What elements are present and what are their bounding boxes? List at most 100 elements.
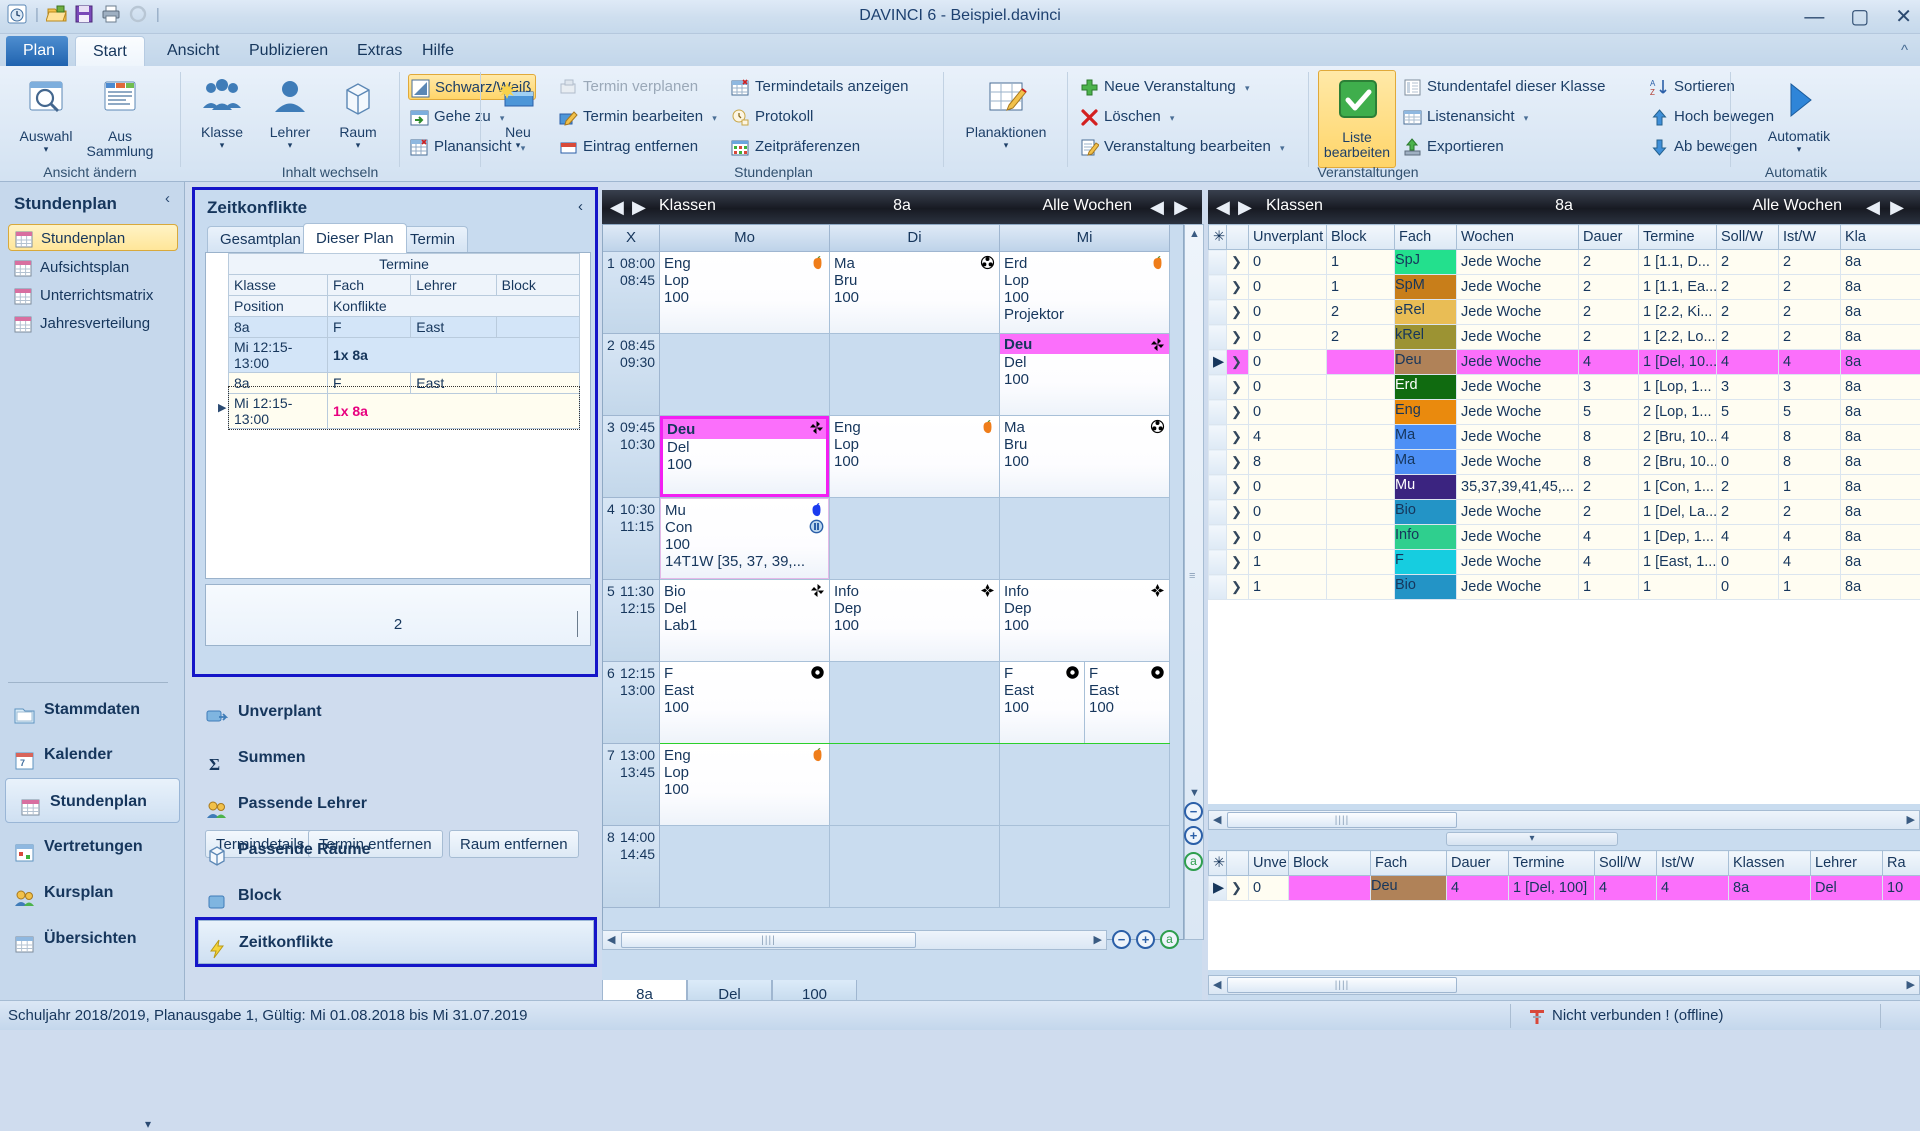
rt2-hscroll-thumb[interactable]: ||||	[1227, 977, 1457, 993]
tab-ansicht[interactable]: Ansicht	[150, 36, 236, 67]
tt-cell-di-6[interactable]	[830, 662, 1000, 744]
detail-col-lehrer[interactable]: Lehrer	[1811, 851, 1883, 876]
neu-button[interactable]: Neu ▾	[487, 72, 549, 164]
rt-next-right-icon[interactable]: ▶	[1890, 197, 1904, 218]
neue-veranstaltung-button[interactable]: Neue Veranstaltung ▾	[1078, 74, 1249, 100]
zk-row-1-lower[interactable]: Mi 12:15-13:00 1x 8a	[229, 338, 580, 373]
zk-col-lehrer[interactable]: Lehrer	[411, 275, 496, 296]
table-row[interactable]: ❯ 8 Ma Jede Woche 8 2 [Bru, 10... 0 8 8a	[1209, 450, 1920, 475]
lesson-di-1[interactable]: Ma Bru 100	[830, 252, 999, 333]
zeitpraeferenzen-button[interactable]: Zeitpräferenzen	[729, 134, 860, 160]
raum-caret[interactable]: ▾	[325, 141, 391, 150]
detail-row-1-expander[interactable]: ❯	[1227, 876, 1249, 901]
tt-hscroll-thumb[interactable]: ||||	[621, 932, 916, 948]
tt-day-header-mo[interactable]: Mo	[660, 225, 830, 252]
tt-hfont-auto-button[interactable]: a	[1160, 930, 1179, 949]
automatik-caret[interactable]: ▾	[1749, 145, 1849, 154]
tt-cell-mi-6a[interactable]: F East 100	[1000, 662, 1085, 744]
row-2-expander[interactable]: ❯	[1227, 275, 1249, 300]
tt-cell-mo-4[interactable]: Mu Con 100 14T1W [35, 37, 39,...	[660, 498, 830, 580]
termin-bearbeiten-caret[interactable]: ▾	[712, 113, 717, 123]
plan-option-block[interactable]: Block	[198, 874, 594, 918]
tt-day-header-di[interactable]: Di	[830, 225, 1000, 252]
tt-cell-mo-7[interactable]: Eng Lop 100	[660, 744, 830, 826]
zk-tab-dieser-plan[interactable]: Dieser Plan	[303, 223, 407, 253]
detail-col-fach[interactable]: Fach	[1371, 851, 1447, 876]
table-row[interactable]: ❯ 1 F Jede Woche 4 1 [East, 1... 0 4 8a	[1209, 550, 1920, 575]
lesson-mo-1[interactable]: Eng Lop 100	[660, 252, 829, 333]
tt-cell-mi-1[interactable]: Erd Lop 100 Projektor	[1000, 252, 1170, 334]
plan-option-passende-raeume[interactable]: Passende Räume	[198, 828, 594, 872]
events-col-klassen[interactable]: Kla	[1841, 225, 1920, 250]
lesson-mo-3[interactable]: Deu Del 100	[660, 416, 829, 497]
rt2-hscroll-right-icon[interactable]: ▶	[1907, 978, 1915, 991]
sidebar-item-kursplan[interactable]: Kursplan	[0, 870, 185, 915]
table-row[interactable]: ❯ 0 1 SpJ Jede Woche 2 1 [1.1, D... 2 2 …	[1209, 250, 1920, 275]
protokoll-button[interactable]: Protokoll	[729, 104, 813, 130]
close-button[interactable]: ✕	[1895, 7, 1912, 27]
tt-cell-mi-3[interactable]: Ma Bru 100	[1000, 416, 1170, 498]
tt-cell-di-4[interactable]	[830, 498, 1000, 580]
neu-caret[interactable]: ▾	[487, 141, 549, 150]
rt-prev-right-icon[interactable]: ◀	[1866, 197, 1880, 218]
stundentafel-button[interactable]: Stundentafel dieser Klasse	[1401, 74, 1605, 100]
events-col-termine[interactable]: Termine	[1639, 225, 1717, 250]
row-7-expander[interactable]: ❯	[1227, 400, 1249, 425]
events-col-block[interactable]: Block	[1327, 225, 1395, 250]
row-13-expander[interactable]: ❯	[1227, 550, 1249, 575]
tt-cell-mo-3[interactable]: Deu Del 100	[660, 416, 830, 498]
row-8-expander[interactable]: ❯	[1227, 425, 1249, 450]
minimize-button[interactable]: —	[1804, 7, 1824, 27]
zk-row-2-lower[interactable]: Mi 12:15-13:00 1x 8a	[229, 394, 580, 429]
neue-veranstaltung-caret[interactable]: ▾	[1245, 83, 1250, 93]
exportieren-button[interactable]: Exportieren	[1401, 134, 1504, 160]
loeschen-caret[interactable]: ▾	[1170, 113, 1175, 123]
zeitkonflikte-collapse-icon[interactable]: ‹	[578, 198, 583, 215]
listenansicht-caret[interactable]: ▾	[1524, 113, 1529, 123]
lehrer-caret[interactable]: ▾	[257, 141, 323, 150]
table-row[interactable]: ▶ ❯ 0 Deu Jede Woche 4 1 [Del, 10... 4 4…	[1209, 350, 1920, 375]
raum-button[interactable]: Raum ▾	[325, 72, 391, 164]
tt-hzoom-in-button[interactable]: +	[1136, 930, 1155, 949]
lesson-mi-1[interactable]: Erd Lop 100 Projektor	[1000, 252, 1169, 333]
zk-col-klasse[interactable]: Klasse	[229, 275, 328, 296]
nav-scroll-down-icon[interactable]: ▾	[145, 1117, 151, 1131]
row-4-expander[interactable]: ❯	[1227, 325, 1249, 350]
termin-verplanen-button[interactable]: Termin verplanen	[557, 74, 698, 100]
plan-option-passende-lehrer[interactable]: Passende Lehrer	[198, 782, 594, 826]
sortieren-button[interactable]: AZ Sortieren	[1648, 74, 1735, 100]
lesson-di-3[interactable]: Eng Lop 100	[830, 416, 999, 497]
events-col-unverplant[interactable]: Unverplant	[1249, 225, 1327, 250]
table-row[interactable]: ❯ 0 Mu 35,37,39,41,45,... 2 1 [Con, 1...…	[1209, 475, 1920, 500]
row-6-expander[interactable]: ❯	[1227, 375, 1249, 400]
veranstaltung-bearbeiten-caret[interactable]: ▾	[1280, 143, 1285, 153]
tt-cell-di-8[interactable]	[830, 826, 1000, 908]
panel-splitter-handle[interactable]: ▾	[1446, 832, 1618, 846]
event-detail-hscrollbar[interactable]: ◀ |||| ▶	[1208, 975, 1920, 995]
row-3-expander[interactable]: ❯	[1227, 300, 1249, 325]
table-row[interactable]: ❯ 0 1 SpM Jede Woche 2 1 [1.1, Ea... 2 2…	[1209, 275, 1920, 300]
lesson-mi-3[interactable]: Ma Bru 100	[1000, 416, 1169, 497]
plan-option-zeitkonflikte[interactable]: Zeitkonflikte	[198, 920, 594, 964]
row-9-expander[interactable]: ❯	[1227, 450, 1249, 475]
rt-hscroll-left-icon[interactable]: ◀	[1213, 813, 1221, 826]
left-nav-collapse-icon[interactable]: ‹	[165, 190, 170, 207]
tt-cell-mo-1[interactable]: Eng Lop 100	[660, 252, 830, 334]
timetable-grid[interactable]: X Mo Di Mi 1 08:00 08:45 2 08:45 09:30 3…	[602, 224, 1184, 940]
event-detail-grid[interactable]: ✳ Unve Block Fach Dauer Termine Soll/W I…	[1208, 850, 1920, 970]
lesson-mo-4[interactable]: Mu Con 100 14T1W [35, 37, 39,...	[660, 498, 829, 579]
table-row[interactable]: ❯ 1 Bio Jede Woche 1 1 0 1 8a	[1209, 575, 1920, 600]
aus-sammlung-button[interactable]: Aus Sammlung	[74, 72, 166, 164]
termindetails-anzeigen-button[interactable]: Termindetails anzeigen	[729, 74, 908, 100]
lesson-mo-7[interactable]: Eng Lop 100	[660, 744, 829, 825]
lesson-mi-6a[interactable]: F East 100	[1000, 662, 1084, 743]
sidebar-item-vertretungen[interactable]: Vertretungen	[0, 824, 185, 869]
timetable-hscrollbar[interactable]: ◀ |||| ▶	[602, 930, 1107, 950]
rt-hscroll-thumb[interactable]: ||||	[1227, 812, 1457, 828]
events-hscrollbar[interactable]: ◀ |||| ▶	[1208, 810, 1920, 830]
tt-cell-di-7[interactable]	[830, 744, 1000, 826]
tt-cell-mi-2[interactable]: Deu Del 100	[1000, 334, 1170, 416]
tt-font-auto-button[interactable]: a	[1184, 852, 1203, 871]
tab-publizieren[interactable]: Publizieren	[232, 36, 345, 67]
sidebar-item-aufsichtsplan[interactable]: Aufsichtsplan	[8, 254, 178, 281]
